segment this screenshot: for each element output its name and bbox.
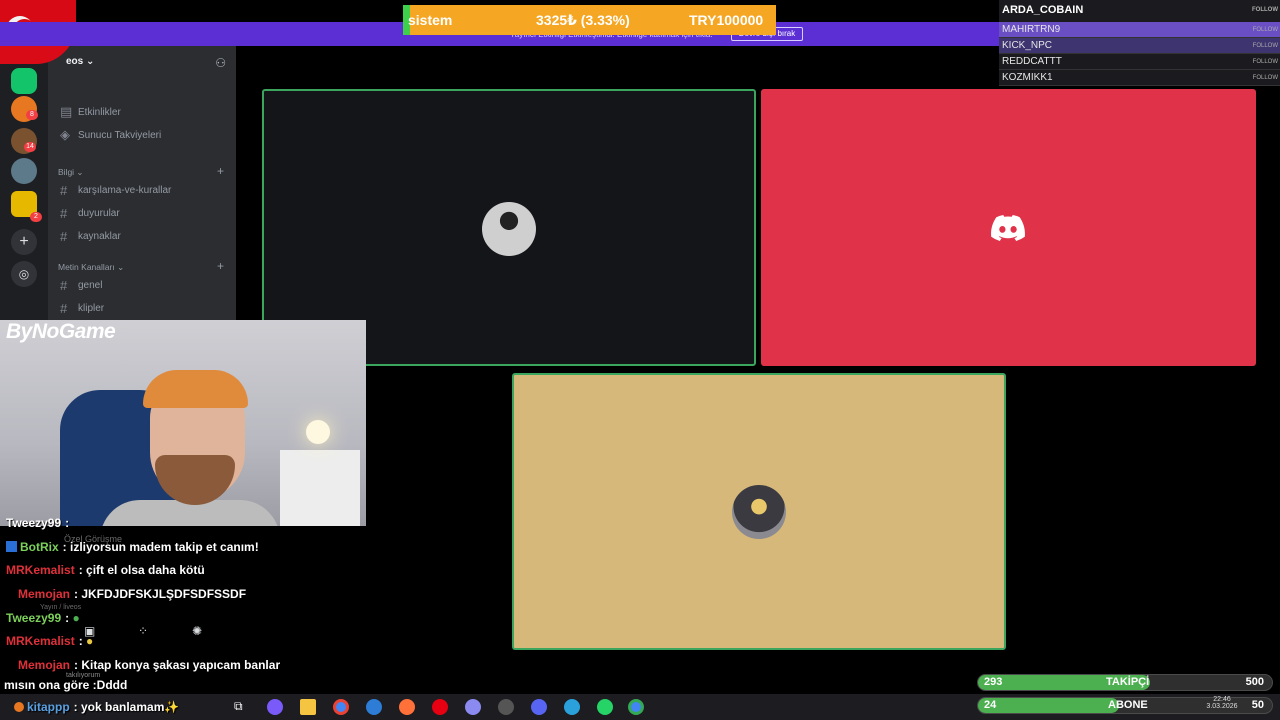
chat-message: Memojan: Kitap konya şakası yapıcam banl… [18,658,281,672]
explore-icon[interactable]: ◎ [11,261,37,287]
chat-message: MRKemalist: çift el olsa daha kötü [6,563,205,577]
channel-item[interactable]: # karşılama-ve-kurallar [60,183,171,198]
server-icon-3[interactable] [11,158,37,184]
whatsapp-icon[interactable] [597,699,613,715]
category-bilgi[interactable]: Bilgi ⌄ [58,167,84,178]
add-friend-icon[interactable]: ⚇ [215,56,226,70]
bot-badge-icon [6,541,17,552]
latest-follower: ARDA_COBAIN FOLLOW [1002,4,1278,16]
hash-icon: # [60,183,68,198]
avatar [482,202,536,256]
channel-item[interactable]: # kaynaklar [60,229,121,244]
followers-panel: ARDA_COBAIN FOLLOW MAHIRTRN9 FOLLOW KICK_N… [999,0,1280,86]
app-icon[interactable] [267,699,283,715]
chat-message: Tweezy99: ● [6,611,80,625]
obs-icon[interactable] [498,699,514,715]
goal-label: sistem [408,12,453,28]
boost-icon: ◈ [60,127,70,142]
call-tile-user2[interactable] [761,89,1256,366]
channel-events[interactable]: ▤ Etkinlikler [60,104,121,120]
discord-logo-icon [991,215,1025,241]
discord-taskbar-icon[interactable] [531,699,547,715]
add-channel-icon[interactable]: + [217,164,224,178]
activities-icon[interactable]: ⁘ [138,624,148,638]
chat-message: mısın ona göre :Dddd [4,678,128,692]
file-explorer-icon[interactable] [300,699,316,715]
goal-target: TRY100000 [689,12,764,28]
app-icon[interactable] [366,699,382,715]
follower-goal-target: 500 [1245,676,1264,688]
follower-row: REDDCATTT FOLLOW [999,54,1280,70]
voice-channel: Yayın / liveos [40,604,82,611]
clock[interactable]: 22:46 3.03.2026 [1202,696,1242,710]
channel-list: eos ⌄ ⚇ ▤ Etkinlikler ◈ Sunucu Takviyeleri… [48,46,236,320]
sub-goal-fill [978,698,1120,713]
chat-message: kitappp: yok banlamam✨ [14,700,179,714]
follower-row: KICK_NPC FOLLOW [999,38,1280,54]
task-view-icon[interactable]: ⧉ [234,699,250,715]
firefox-icon[interactable] [399,699,415,715]
goal-amount: 3325₺ (3.33%) [536,12,630,28]
emote-icon: ● [86,634,94,648]
hash-icon: # [60,301,68,316]
sub-goal-label: ABONE [1108,699,1148,711]
opera-icon[interactable] [432,699,448,715]
add-server-icon[interactable]: + [11,229,37,255]
emote-icon: ● [72,611,80,625]
server-badge: 8 [26,110,38,120]
badge-icon [14,702,24,712]
hash-icon: # [60,278,68,293]
soundboard-icon[interactable]: ✺ [192,624,202,638]
chat-message: Memojan: JKFDJDFSKJLŞDFSDFSSDF [18,587,247,601]
follower-goal-label: TAKİPÇİ [1106,676,1150,688]
telegram-icon[interactable] [564,699,580,715]
stream-logo: ByNoGame [6,320,116,343]
chrome-icon[interactable] [628,699,644,715]
channel-item[interactable]: # duyurular [60,206,120,221]
server-rail: 8 14 2 + ◎ [0,46,48,320]
server-icon-kick[interactable] [11,68,37,94]
follower-row: MAHIRTRN9 FOLLOW [999,22,1280,38]
chat-message: BotRix: izliyorsun madem takip et canım! [6,540,259,554]
follower-goal-bar: 293 TAKİPÇİ 500 [977,674,1273,691]
channel-item[interactable]: # genel [60,278,102,293]
follower-row: KOZMIKK1 FOLLOW [999,70,1280,86]
sub-goal-current: 24 [984,699,997,711]
call-tile-user3[interactable] [512,373,1006,650]
add-channel-icon[interactable]: + [217,259,224,273]
chrome-icon[interactable] [333,699,349,715]
avatar [732,485,786,539]
chat-message: Tweezy99: [6,516,70,530]
channel-item[interactable]: # klipler [60,301,104,316]
server-name[interactable]: eos ⌄ [66,56,94,67]
hash-icon: # [60,206,68,221]
webcam-feed [0,320,366,526]
calendar-icon: ▤ [60,104,73,119]
follower-goal-current: 293 [984,676,1003,688]
server-badge: 14 [24,142,36,152]
hash-icon: # [60,229,68,244]
channel-boosts[interactable]: ◈ Sunucu Takviyeleri [60,127,161,143]
sub-goal-target: 50 [1251,699,1264,711]
category-metin[interactable]: Metin Kanalları ⌄ [58,262,124,273]
app-icon[interactable] [465,699,481,715]
chat-message: MRKemalist: ● [6,634,94,648]
donation-goal-bar: sistem 3325₺ (3.33%) TRY100000 [403,5,776,35]
server-badge: 2 [30,212,42,222]
